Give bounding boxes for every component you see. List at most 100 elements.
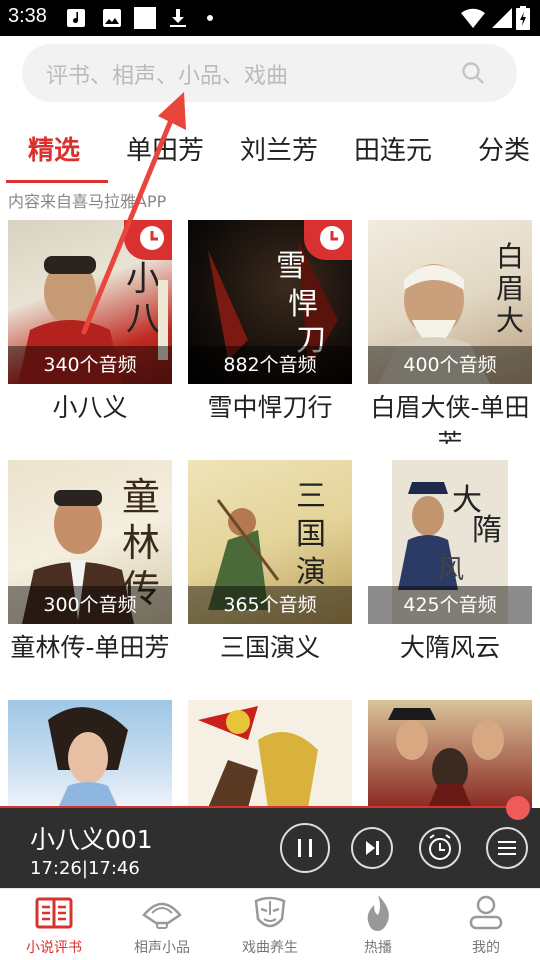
nav-label: 热播 <box>364 940 392 956</box>
album-title[interactable]: 三国演义 <box>178 630 362 684</box>
now-playing-time: 17:26|17:46 <box>30 858 140 879</box>
cover-text: 风 <box>438 555 464 585</box>
tab-tian-lianyuan[interactable]: 田连元 <box>354 130 432 167</box>
album-cover[interactable] <box>188 700 352 808</box>
search-bar[interactable]: 评书、相声、小品、戏曲 <box>22 44 517 102</box>
tab-featured[interactable]: 精选 <box>28 130 80 167</box>
flame-icon <box>367 895 389 931</box>
cover-text: 隋 <box>472 513 502 548</box>
sleep-timer-button[interactable] <box>419 827 461 869</box>
album-cover[interactable]: 三 国 演 365个音频 <box>188 460 352 624</box>
search-placeholder: 评书、相声、小品、戏曲 <box>46 64 289 89</box>
nav-label: 戏曲养生 <box>242 940 298 956</box>
source-note: 内容来自喜马拉雅APP <box>8 192 167 211</box>
nav-item-hot[interactable]: 热播 <box>324 889 432 960</box>
user-icon <box>469 895 503 930</box>
app-screen: 3:38 评书、相声、小品、戏曲 精选 单田芳 刘兰芳 田连元 分类 内容来自喜… <box>0 0 540 960</box>
album-card[interactable]: 白 眉 大 400个音频 白眉大侠-单田芳 <box>368 220 532 444</box>
audio-count: 300个音频 <box>8 586 172 624</box>
cover-art <box>198 706 318 808</box>
nav-item-opera[interactable]: 戏曲养生 <box>216 889 324 960</box>
cover-art <box>48 707 128 808</box>
signal-icon <box>492 8 512 28</box>
nav-item-profile[interactable]: 我的 <box>432 889 540 960</box>
cover-text: 演 <box>296 555 326 590</box>
next-icon <box>366 841 379 855</box>
cover-text: 悍 <box>288 287 318 322</box>
wifi-icon <box>461 8 485 29</box>
search-icon[interactable] <box>461 61 485 85</box>
album-card[interactable]: 童 林 传 300个音频 童林传-单田芳 <box>8 460 172 662</box>
audio-count: 425个音频 <box>368 586 532 624</box>
album-card[interactable] <box>8 700 172 808</box>
pause-button[interactable] <box>280 823 330 873</box>
dot-icon <box>207 15 213 21</box>
status-bar: 3:38 <box>0 0 540 36</box>
nav-label: 相声小品 <box>134 940 190 956</box>
bottom-nav: 小说评书 相声小品 戏曲养生 热播 我的 <box>0 888 540 960</box>
cover-art <box>388 708 504 808</box>
audio-count: 340个音频 <box>8 346 172 384</box>
next-button[interactable] <box>351 827 393 869</box>
playlist-button[interactable] <box>486 827 528 869</box>
status-time: 3:38 <box>8 5 47 27</box>
cover-text: 眉 <box>496 272 524 305</box>
clock-icon <box>140 226 164 250</box>
cover-text: 小 <box>126 259 160 299</box>
nav-label: 我的 <box>472 940 500 956</box>
album-cover[interactable]: 童 林 传 300个音频 <box>8 460 172 624</box>
audio-count: 882个音频 <box>188 346 352 384</box>
tab-liu-lanfang[interactable]: 刘兰芳 <box>240 130 318 167</box>
mini-player[interactable]: 小八义001 17:26|17:46 <box>0 808 540 888</box>
nav-label: 小说评书 <box>26 940 82 956</box>
gallery-icon <box>103 9 121 27</box>
album-cover[interactable]: 小 八 340个音频 <box>8 220 172 384</box>
cover-text: 八 <box>126 299 160 339</box>
active-tab-indicator <box>6 180 108 183</box>
album-card[interactable] <box>368 700 532 808</box>
nav-item-novels[interactable]: 小说评书 <box>0 889 108 960</box>
cover-text: 林 <box>122 521 160 565</box>
nav-item-crosstalk[interactable]: 相声小品 <box>108 889 216 960</box>
timer-icon <box>429 834 451 860</box>
pause-icon <box>298 839 312 857</box>
album-card[interactable]: 雪 悍 刀 882个音频 雪中悍刀行 <box>188 220 352 422</box>
cover-text: 国 <box>296 517 326 552</box>
audio-count: 400个音频 <box>368 346 532 384</box>
album-title[interactable]: 大隋风云 <box>358 630 540 684</box>
album-card[interactable]: 三 国 演 365个音频 三国演义 <box>188 460 352 662</box>
book-icon <box>35 897 73 929</box>
album-title[interactable]: 小八义 <box>0 390 182 444</box>
fan-icon <box>142 902 182 929</box>
album-cover[interactable]: 雪 悍 刀 882个音频 <box>188 220 352 384</box>
opera-mask-icon <box>254 896 286 928</box>
category-tabs: 精选 单田芳 刘兰芳 田连元 分类 <box>0 120 540 183</box>
album-title[interactable]: 雪中悍刀行 <box>178 390 362 444</box>
now-playing-title[interactable]: 小八义001 <box>30 820 153 856</box>
album-cover[interactable]: 白 眉 大 400个音频 <box>368 220 532 384</box>
album-card[interactable]: 大 隋 风 425个音频 大隋风云 <box>368 460 532 662</box>
download-icon <box>170 9 186 27</box>
album-cover[interactable] <box>368 700 532 808</box>
cover-text: 大 <box>496 304 524 337</box>
square-icon <box>134 7 156 29</box>
album-card[interactable] <box>188 700 352 808</box>
tab-categories[interactable]: 分类 <box>478 130 530 167</box>
tab-shan-tianfang[interactable]: 单田芳 <box>126 130 204 167</box>
album-cover[interactable]: 大 隋 风 425个音频 <box>368 460 532 624</box>
clock-icon <box>320 226 344 250</box>
clock-badge <box>124 220 172 260</box>
cover-text: 三 <box>296 479 326 514</box>
music-app-icon <box>67 9 85 27</box>
album-card[interactable]: 小 八 340个音频 小八义 <box>8 220 172 422</box>
cover-text: 白 <box>496 240 524 273</box>
progress-knob[interactable] <box>506 796 530 820</box>
album-title[interactable]: 白眉大侠-单田芳 <box>358 390 540 444</box>
album-cover[interactable] <box>8 700 172 808</box>
cover-text: 雪 <box>276 249 306 284</box>
battery-icon <box>516 6 530 30</box>
audio-count: 365个音频 <box>188 586 352 624</box>
album-title[interactable]: 童林传-单田芳 <box>0 630 182 684</box>
clock-badge <box>304 220 352 260</box>
cover-text: 童 <box>122 475 160 519</box>
